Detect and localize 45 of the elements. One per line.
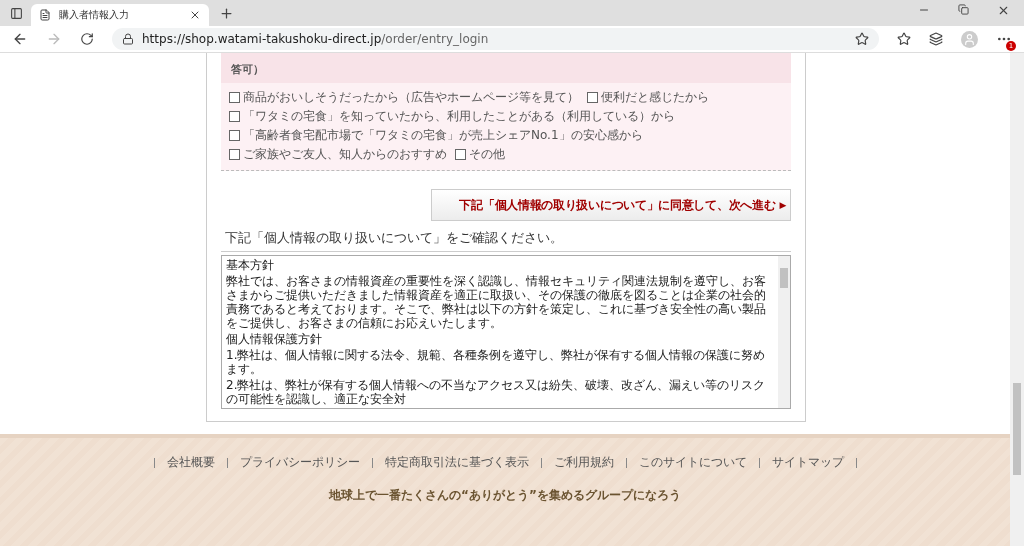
- option-label: 商品がおいしそうだったから（広告やホームページ等を見て）: [243, 89, 579, 106]
- checkbox[interactable]: [229, 92, 240, 103]
- reload-icon[interactable]: [80, 32, 94, 46]
- url-text: https://shop.watami-takushoku-direct.jp/order/entry_login: [142, 32, 489, 46]
- option-label: ご家族やご友人、知人からのおすすめ: [243, 146, 447, 163]
- footer-link[interactable]: サイトマップ: [771, 454, 844, 471]
- checkbox[interactable]: [229, 111, 240, 122]
- policy-paragraph: 個人情報保護方針: [226, 332, 323, 346]
- section-heading: 下記「個人情報の取り扱いについて」をご確認ください。: [225, 230, 563, 245]
- policy-paragraph: 2.弊社は、弊社が保有する個人情報への不当なアクセス又は紛失、破壊、改ざん、漏えい等のリスクの可能性を認識し、適正な安全対: [226, 378, 767, 406]
- checkbox[interactable]: [229, 130, 240, 141]
- tagline: 地球上で一番たくさんの“ありがとう”を集めるグループになろう: [329, 487, 681, 504]
- tab-actions-icon[interactable]: [10, 6, 23, 20]
- new-tab-icon[interactable]: [219, 5, 234, 21]
- footer-link[interactable]: このサイトについて: [638, 454, 747, 471]
- option-label: 便利だと感じたから: [601, 89, 709, 106]
- scrollbar[interactable]: [1010, 53, 1024, 546]
- checkbox[interactable]: [455, 149, 466, 160]
- privacy-text-box[interactable]: [221, 255, 791, 409]
- checkbox[interactable]: [229, 149, 240, 160]
- scrollbar[interactable]: [778, 256, 790, 408]
- policy-paragraph: 弊社では、お客さまの情報資産の重要性を深く認識し、情報セキュリティ関連法規制を遵守し、お客さまからご提供いただきました情報資産を適正に取扱い、その保護の徹底を図ることは企業の社会的責務であると考えております。そこで、弊社は以下の方針を策定し、これに基づき安全性の高い製品をご提供し、お客さまの信頼にお応えいたします。: [226, 274, 767, 330]
- option-label: 「ワタミの宅食」を知っていたから、利用したことがある（利用している）から: [243, 108, 675, 125]
- address-bar[interactable]: https://shop.watami-takushoku-direct.jp/order/entry_login: [112, 28, 879, 50]
- policy-paragraph: 1.弊社は、個人情報に関する法令、規範、各種条例を遵守し、弊社が保有する個人情報の保護に努めます。: [226, 348, 767, 376]
- footer-link[interactable]: プライバシーポリシー: [239, 454, 360, 471]
- lock-icon: [122, 33, 134, 45]
- footer-link[interactable]: 特定商取引法に基づく表示: [384, 454, 529, 471]
- tab-title: 購入者情報入力: [59, 8, 130, 22]
- back-icon[interactable]: [12, 31, 28, 47]
- browser-tab[interactable]: 購入者情報入力: [31, 4, 209, 26]
- policy-paragraph: 基本方針: [226, 258, 275, 272]
- footer-link[interactable]: 会社概要: [166, 454, 215, 471]
- option-label: 「高齢者食宅配市場で「ワタミの宅食」が売上シェアNo.1」の安心感から: [243, 127, 643, 144]
- collections-icon[interactable]: [929, 32, 943, 46]
- agree-button[interactable]: 下記「個人情報の取り扱いについて」に同意して、次へ進む ▶: [431, 189, 791, 221]
- footer-link[interactable]: ご利用規約: [553, 454, 614, 471]
- star-icon[interactable]: [855, 32, 869, 46]
- close-icon[interactable]: [189, 9, 201, 21]
- checkbox[interactable]: [587, 92, 598, 103]
- question-text: 答可）: [231, 62, 264, 77]
- page-icon: [39, 9, 51, 21]
- favorites-icon[interactable]: [897, 32, 911, 46]
- option-label: その他: [469, 146, 505, 163]
- restore-icon[interactable]: [958, 3, 969, 17]
